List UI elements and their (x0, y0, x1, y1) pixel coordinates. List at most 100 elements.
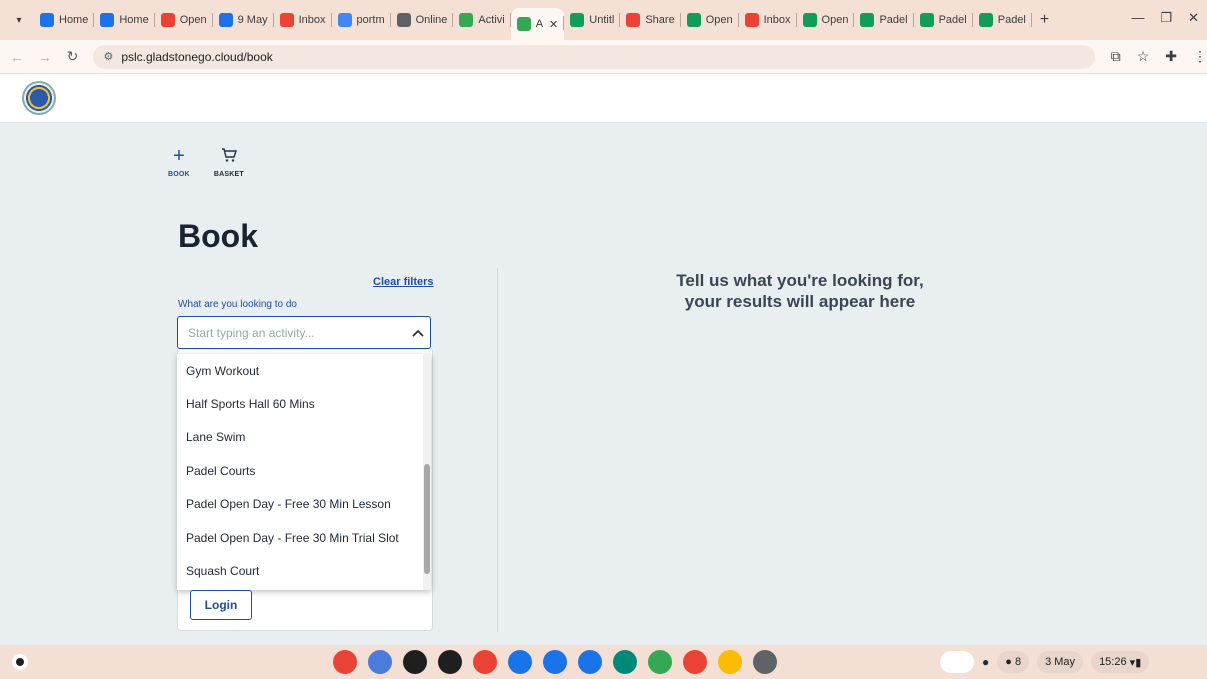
dropdown-scrollbar[interactable] (423, 354, 431, 590)
window-controls: — ❐ ✕ (1131, 10, 1199, 26)
browser-tab[interactable]: portm (332, 5, 391, 35)
sheets-icon (919, 13, 934, 27)
minimize-icon[interactable]: — (1131, 10, 1144, 26)
tab-label: Home (59, 14, 89, 26)
tray-blank-pill[interactable] (940, 651, 974, 673)
calendar-icon[interactable] (508, 650, 532, 674)
close-tab-icon[interactable]: ✕ (549, 18, 558, 31)
activity-search-input[interactable] (186, 324, 406, 341)
nav-book[interactable]: + BOOK (168, 146, 190, 178)
browser-tab[interactable]: Padel (914, 5, 973, 35)
activity-icon (459, 13, 474, 27)
browser-tab[interactable]: Untitl (564, 5, 621, 35)
browser-tab[interactable]: Home (34, 5, 95, 35)
forms-icon (218, 13, 233, 27)
activity-field-label: What are you looking to do (178, 299, 297, 310)
browser-tab[interactable]: A ✕ (510, 8, 565, 40)
podcast-icon[interactable] (403, 650, 427, 674)
gmail-icon[interactable] (473, 650, 497, 674)
meet-icon[interactable] (613, 650, 637, 674)
back-icon[interactable]: ← (6, 49, 28, 65)
settings-icon[interactable] (753, 650, 777, 674)
gemini-icon[interactable] (368, 650, 392, 674)
activity-option[interactable]: Gym Workout (177, 354, 431, 387)
play-store-icon[interactable] (648, 650, 672, 674)
media-icon[interactable]: ● (982, 655, 989, 669)
activity-options-list: Gym Workout Half Sports Hall 60 Mins Lane … (177, 354, 431, 588)
main-nav: + BOOK BASKET (168, 146, 244, 178)
activity-option[interactable]: Padel Open Day - Free 30 Min Lesson (177, 488, 431, 521)
messages-icon[interactable] (578, 650, 602, 674)
chevron-up-icon[interactable] (406, 326, 430, 340)
date-pill[interactable]: 3 May (1037, 651, 1084, 673)
browser-tab[interactable]: Home (94, 5, 155, 35)
browser-toolbar: ← → ↻ ⚙ pslc.gladstonego.cloud/book ⧉ ☆ … (0, 40, 1207, 74)
site-logo[interactable] (22, 81, 56, 115)
new-tab-button[interactable]: + (1040, 11, 1049, 29)
os-shelf: ● ● 8 3 May 15:26 ▾ ▮ (0, 645, 1207, 679)
tab-label: Share (645, 14, 675, 26)
launcher-icon[interactable] (12, 654, 28, 670)
nav-basket[interactable]: BASKET (214, 146, 244, 178)
browser-tab[interactable]: Open (797, 5, 855, 35)
tab-label: Online (415, 14, 448, 26)
time-pill[interactable]: 15:26 ▾ ▮ (1091, 651, 1150, 673)
tab-label: Inbox (763, 14, 791, 26)
login-button[interactable]: Login (190, 590, 252, 620)
browser-tab[interactable]: Open (681, 5, 739, 35)
extensions-icon[interactable]: ✚ (1165, 48, 1177, 65)
activity-option[interactable]: Half Sports Hall 60 Mins (177, 387, 431, 420)
browser-tab[interactable]: Inbox (274, 5, 332, 35)
reload-icon[interactable]: ↻ (62, 48, 84, 65)
browser-tab[interactable]: Open (155, 5, 213, 35)
site-header (0, 74, 1207, 123)
battery-icon: ▮ (1135, 656, 1142, 669)
results-line-2: your results will appear here (684, 292, 916, 311)
notification-dot-icon: ● (1005, 656, 1012, 668)
browser-tab[interactable]: 9 May (213, 5, 274, 35)
tab-search-chevron-icon[interactable]: ▾ (8, 9, 30, 31)
globe-icon (396, 13, 411, 27)
tab-label: Padel (997, 14, 1026, 26)
browser-tab[interactable]: Share (620, 5, 681, 35)
activity-option[interactable]: Padel Courts (177, 454, 431, 487)
bookmark-star-icon[interactable]: ☆ (1137, 48, 1150, 65)
tab-label: portm (356, 14, 385, 26)
close-window-icon[interactable]: ✕ (1188, 10, 1199, 26)
clear-filters-link[interactable]: Clear filters (373, 276, 434, 288)
activity-option[interactable]: Squash Court (177, 554, 431, 587)
dropdown-scroll-thumb[interactable] (424, 464, 430, 574)
restore-icon[interactable]: ❐ (1160, 10, 1172, 26)
files-icon[interactable] (543, 650, 567, 674)
browser-tab-strip: ▾ Home Home Open 9 May Inbox portm Online Activ… (0, 0, 1207, 40)
apps-icon[interactable] (438, 650, 462, 674)
site-info-icon[interactable]: ⚙ (103, 50, 113, 63)
status-tray[interactable]: ● ● 8 3 May 15:26 ▾ ▮ (940, 651, 1150, 673)
browser-tab[interactable]: Inbox (739, 5, 797, 35)
basket-icon (220, 146, 238, 168)
address-bar[interactable]: ⚙ pslc.gladstonego.cloud/book (93, 44, 1095, 69)
forward-icon[interactable]: → (34, 49, 56, 65)
menu-kebab-icon[interactable]: ⋮ (1193, 48, 1207, 65)
notifications-pill[interactable]: ● 8 (997, 651, 1030, 673)
sheets-icon (686, 13, 701, 27)
browser-tab[interactable]: Online (391, 5, 454, 35)
activity-combobox[interactable] (177, 316, 431, 349)
chrome-icon[interactable] (333, 650, 357, 674)
browser-tab[interactable]: Activi (453, 5, 511, 35)
sheets-icon (860, 13, 875, 27)
gmail-icon (626, 13, 641, 27)
page-title: Book (178, 218, 258, 254)
sheets-icon (802, 13, 817, 27)
activity-option[interactable]: Lane Swim (177, 421, 431, 454)
browser-tab[interactable]: Padel (854, 5, 914, 35)
shelf-apps (333, 650, 777, 674)
activity-option[interactable]: Padel Open Day - Free 30 Min Trial Slot (177, 521, 431, 554)
photos-icon[interactable] (718, 650, 742, 674)
cast-icon[interactable]: ⧉ (1111, 48, 1121, 65)
notification-count: 8 (1014, 656, 1022, 668)
results-placeholder: Tell us what you're looking for, your re… (600, 270, 1000, 312)
sheets-icon (570, 13, 585, 27)
youtube-icon[interactable] (683, 650, 707, 674)
browser-tab[interactable]: Padel (973, 5, 1032, 35)
